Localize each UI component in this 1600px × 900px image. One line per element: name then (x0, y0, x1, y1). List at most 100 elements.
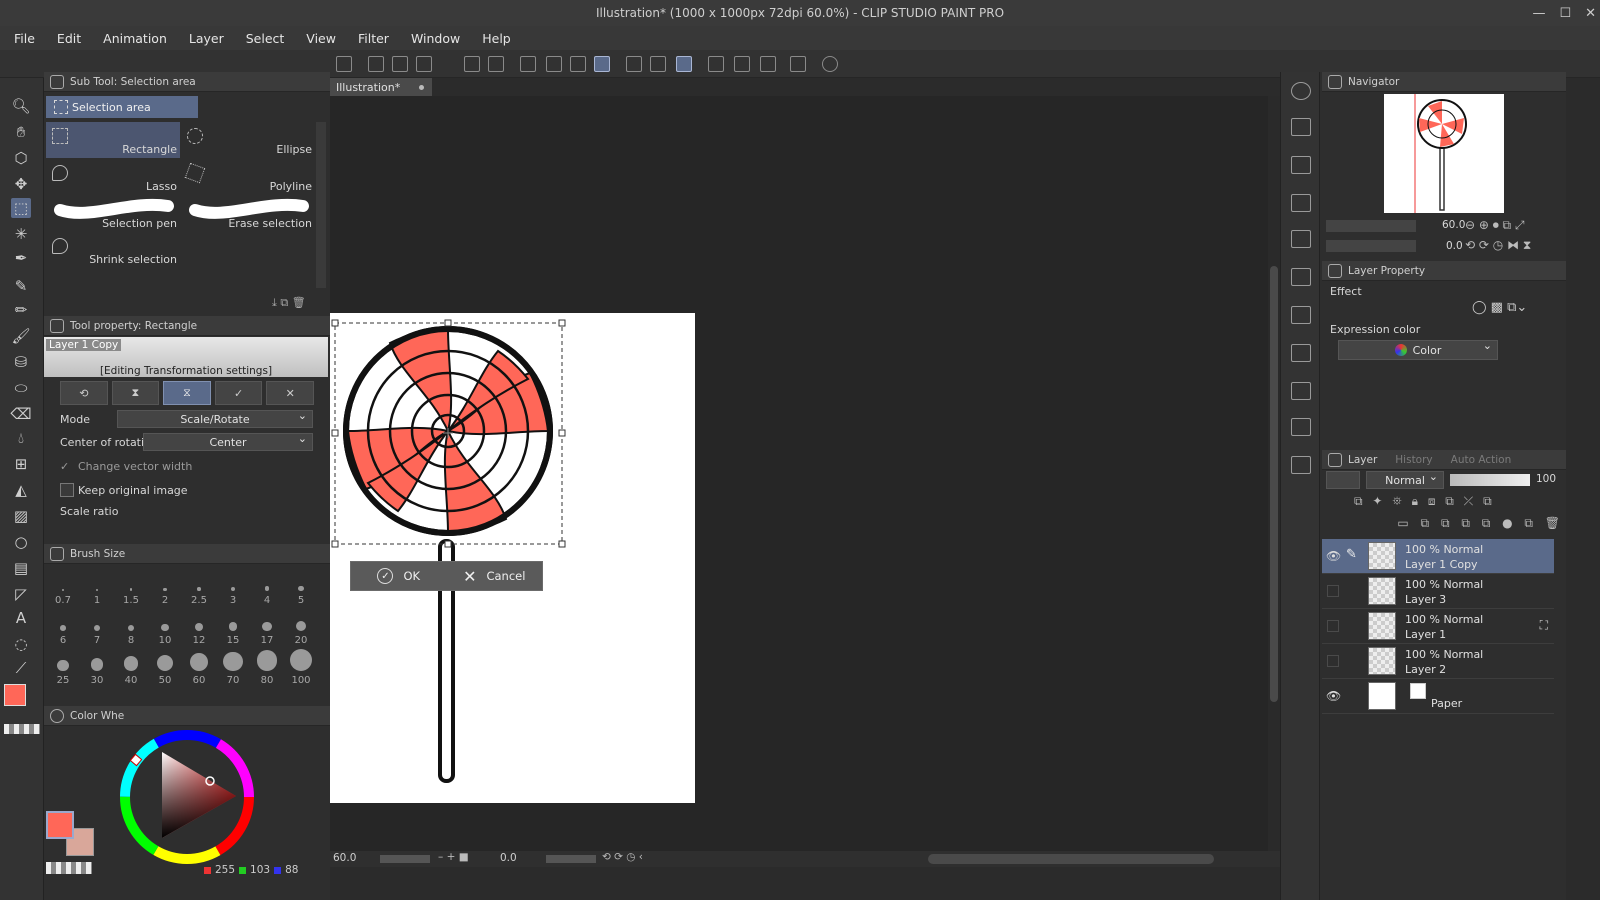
brush-size-option[interactable]: 1 (80, 566, 114, 606)
subtool-shrink-selection[interactable]: Shrink selection (46, 232, 180, 268)
redo-icon[interactable] (488, 56, 504, 72)
brush-tool-icon[interactable]: 🖌︎ (11, 326, 31, 346)
visibility-toggle[interactable] (1327, 585, 1339, 597)
main-color-box[interactable] (46, 811, 74, 839)
tab-auto-action[interactable]: Auto Action (1451, 454, 1512, 466)
frame-tool-icon[interactable]: ▤ (11, 558, 31, 578)
subtool-erase-selection[interactable]: Erase selection (181, 196, 315, 232)
zoom-slider[interactable] (380, 855, 430, 863)
brush-size-option[interactable]: 10 (148, 606, 182, 646)
material-icon-1[interactable] (1291, 118, 1311, 136)
open-file-icon[interactable] (392, 56, 408, 72)
gradient-tool-icon[interactable]: ▨ (11, 506, 31, 526)
hand-tool-icon[interactable]: ✋︎ (11, 122, 31, 142)
keep-original-checkbox[interactable] (60, 483, 74, 497)
vertical-scroll-thumb[interactable] (1270, 266, 1278, 702)
layer-row[interactable]: 100 % Normal Layer 2 (1322, 644, 1554, 679)
help-icon[interactable] (822, 56, 838, 72)
effect-icons[interactable]: ◯ ▩ ⧉⌄ (1472, 300, 1527, 315)
status-angle-value[interactable]: 0.0 (500, 852, 517, 864)
subtool-rectangle[interactable]: Rectangle (46, 122, 180, 158)
brush-size-option[interactable]: 5 (284, 566, 318, 606)
show-selection-icon[interactable] (676, 56, 692, 72)
brush-size-option[interactable]: 3 (216, 566, 250, 606)
flip-horizontal-icon[interactable]: ⧗ (111, 381, 160, 405)
subtool-polyline[interactable]: Polyline (181, 159, 315, 195)
brush-size-option[interactable]: 17 (250, 606, 284, 646)
opacity-slider[interactable] (1450, 474, 1530, 486)
minimize-button[interactable]: — (1532, 6, 1545, 21)
close-button[interactable]: ✕ (1585, 6, 1596, 21)
layer-lock-icons[interactable]: ⧉ ✦ ⛯ 🔒︎ ⧈ ⧉ ⤫ ⧉ (1354, 494, 1564, 510)
ok-button[interactable]: ✓ OK (351, 562, 447, 590)
new-file-icon[interactable] (368, 56, 384, 72)
navigator-rotate-controls-icon[interactable]: ⟲ ⟳ ◷ ⧓ ⧗ (1465, 238, 1531, 253)
navigator-zoom-controls-icon[interactable]: ⊖ ⊕ ⏺ ⧉ ⤢ (1465, 218, 1525, 233)
brush-size-option[interactable]: 20 (284, 606, 318, 646)
reset-icon[interactable]: ⟲ (60, 381, 108, 405)
brush-size-option[interactable]: 2.5 (182, 566, 216, 606)
menu-filter[interactable]: Filter (358, 31, 389, 46)
brush-size-option[interactable]: 7 (80, 606, 114, 646)
brush-size-option[interactable]: 30 (80, 646, 114, 686)
fill-icon[interactable] (570, 56, 586, 72)
navigator-zoom-value[interactable]: 60.0 (1442, 219, 1465, 231)
brush-size-option[interactable]: 100 (284, 646, 318, 686)
subtool-ellipse[interactable]: Ellipse (181, 122, 315, 158)
navigator-angle-value[interactable]: 0.0 (1446, 240, 1463, 252)
material-icon-4[interactable] (1291, 230, 1311, 248)
maximize-button[interactable]: ☐ (1559, 6, 1571, 21)
snap-special-ruler-icon[interactable] (734, 56, 750, 72)
expression-color-dropdown[interactable]: Color (1338, 339, 1498, 360)
document-tab[interactable]: Illustration* (330, 78, 432, 96)
navigator-preview[interactable] (1384, 94, 1504, 213)
move-tool-icon[interactable]: ✥ (11, 174, 31, 194)
material-icon-3[interactable] (1291, 194, 1311, 212)
pen-tool-icon[interactable]: ✎ (11, 276, 31, 296)
undo-icon[interactable] (464, 56, 480, 72)
subtool-group-tab[interactable]: Selection area (46, 96, 198, 118)
material-icon-5[interactable] (1291, 268, 1311, 286)
brush-size-option[interactable]: 2 (148, 566, 182, 606)
angle-slider[interactable] (546, 855, 596, 863)
brush-size-option[interactable]: 1.5 (114, 566, 148, 606)
shape-tool-icon[interactable]: ○ (11, 532, 31, 552)
subtool-lasso[interactable]: Lasso (46, 159, 180, 195)
visibility-toggle[interactable] (1327, 655, 1339, 667)
checkmark-icon[interactable]: ✓ (60, 460, 72, 473)
transform-icon[interactable] (594, 56, 610, 72)
eye-icon[interactable]: 👁︎ (1326, 549, 1341, 563)
pencil-tool-icon[interactable]: ✏ (11, 300, 31, 320)
airbrush-tool-icon[interactable]: ⛁ (11, 352, 31, 372)
correct-line-tool-icon[interactable]: ⟋ (11, 658, 31, 678)
snap-grid-icon[interactable] (760, 56, 776, 72)
brush-size-option[interactable]: 6 (46, 606, 80, 646)
layer-color-dropdown[interactable] (1326, 471, 1360, 489)
navigator-zoom-slider[interactable] (1326, 220, 1416, 232)
cancel-button[interactable]: ✕ Cancel (447, 562, 543, 590)
selection-tool-icon[interactable]: ⬚ (11, 198, 31, 218)
blend-mode-dropdown[interactable]: Normal (1366, 470, 1444, 489)
eyedropper-tool-icon[interactable]: ✒ (11, 248, 31, 268)
brush-size-option[interactable]: 4 (250, 566, 284, 606)
layer-row[interactable]: 100 % Normal Layer 3 (1322, 574, 1554, 609)
save-icon[interactable] (416, 56, 432, 72)
subtool-selection-pen[interactable]: Selection pen (46, 196, 180, 232)
color-wheel[interactable] (114, 726, 260, 868)
deselect-icon[interactable] (626, 56, 642, 72)
menu-select[interactable]: Select (246, 31, 285, 46)
balloon-tool-icon[interactable]: ◌ (11, 634, 31, 654)
text-tool-icon[interactable]: A (11, 608, 31, 628)
brush-size-option[interactable]: 80 (250, 646, 284, 686)
brush-size-option[interactable]: 70 (216, 646, 250, 686)
mode-dropdown[interactable]: Scale/Rotate (117, 409, 313, 428)
navigator-angle-slider[interactable] (1326, 240, 1416, 252)
invert-selection-icon[interactable] (650, 56, 666, 72)
zoom-controls-icon[interactable]: – + ■ (438, 851, 469, 863)
clear-outside-icon[interactable] (546, 56, 562, 72)
menu-view[interactable]: View (306, 31, 336, 46)
center-dropdown[interactable]: Center (143, 432, 313, 451)
menu-animation[interactable]: Animation (103, 31, 167, 46)
eye-icon[interactable]: 👁︎ (1326, 689, 1341, 703)
zoom-tool-icon[interactable]: 🔍︎ (11, 96, 31, 116)
